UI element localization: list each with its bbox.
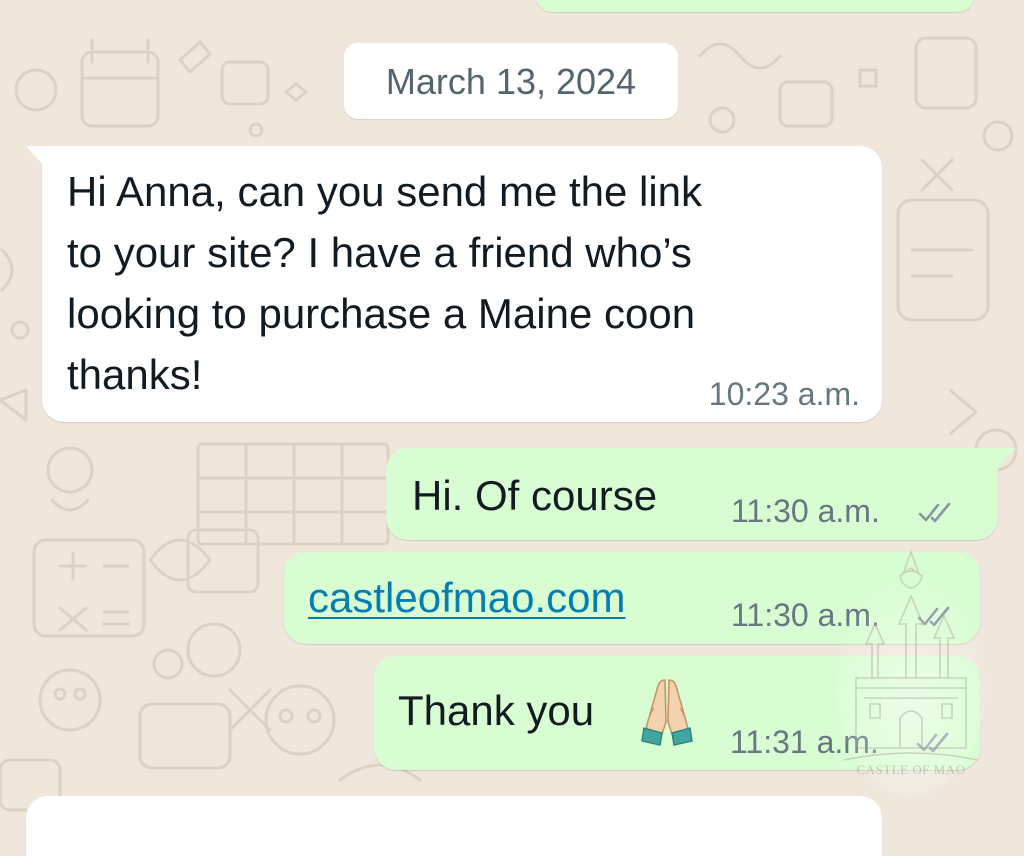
message-text-line: to your site? I have a friend who’s	[67, 229, 692, 276]
castle-logo: CASTLE OF MAO	[837, 549, 985, 796]
outgoing-bubble-tail	[998, 448, 1016, 468]
incoming-bubble-tail	[26, 146, 44, 166]
message-text-line: Hi Anna, can you send me the link	[67, 168, 703, 215]
message-timestamp: 11:30 a.m.	[731, 493, 880, 529]
previous-message-bubble[interactable]	[536, 0, 974, 12]
message-timestamp: 10:23 a.m.	[708, 376, 860, 412]
message-text-line: looking to purchase a Maine coon	[67, 290, 696, 337]
website-link[interactable]: castleofmao.com	[308, 568, 625, 627]
double-check-read-icon	[918, 502, 951, 523]
message-text-line: thanks!	[67, 351, 203, 398]
next-message-bubble[interactable]	[26, 796, 882, 856]
message-text: Hi. Of course	[412, 472, 658, 519]
incoming-message-bubble[interactable]: Hi Anna, can you send me the link to you…	[42, 146, 882, 422]
date-separator-label: March 13, 2024	[385, 61, 637, 102]
watermark-text: CASTLE OF MAO	[856, 762, 965, 777]
date-separator: March 13, 2024	[344, 43, 678, 119]
message-text: Thank you	[398, 687, 595, 734]
folded-hands-emoji	[641, 679, 693, 746]
outgoing-message-bubble[interactable]: Hi. Of course 11:30 a.m.	[386, 448, 998, 540]
